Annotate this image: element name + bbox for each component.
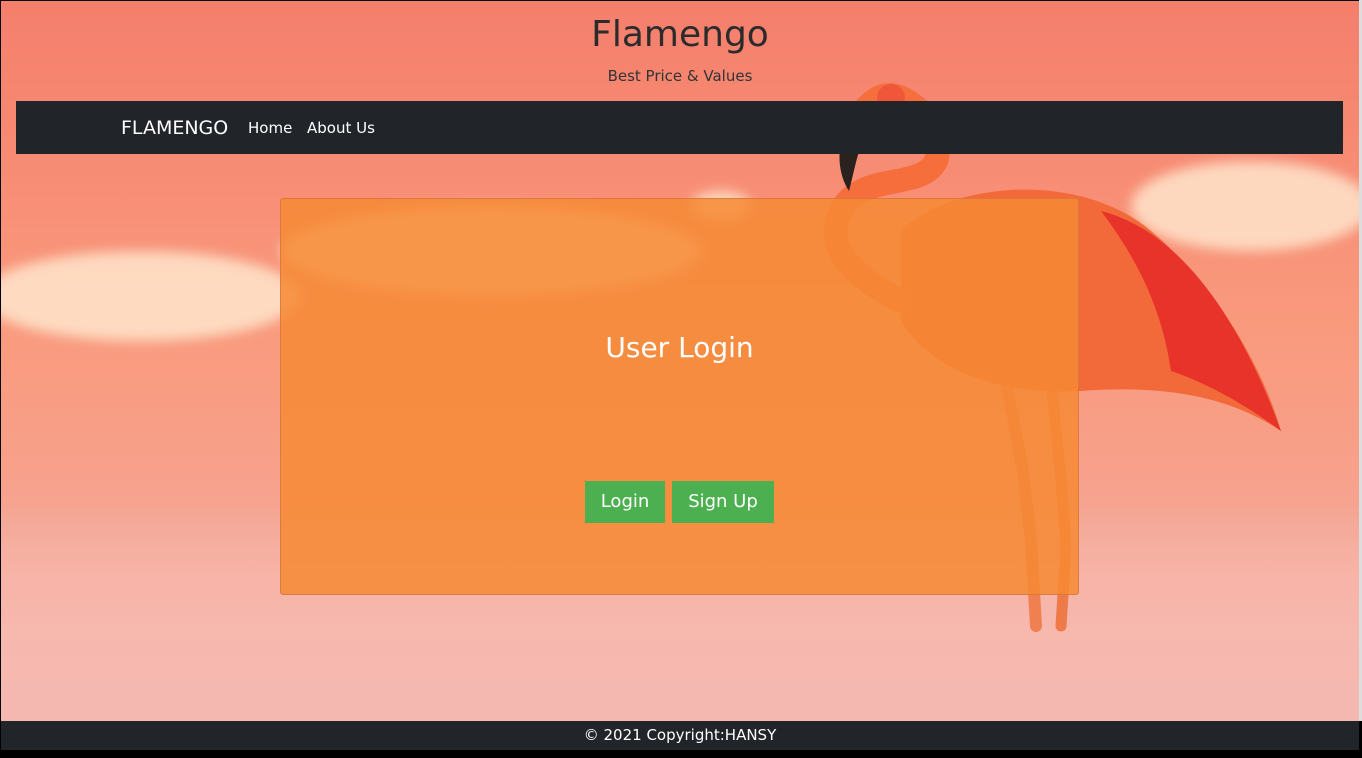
site-subtitle: Best Price & Values xyxy=(607,67,753,85)
login-card: User Login Login Sign Up xyxy=(280,198,1079,595)
nav-link-about-us[interactable]: About Us xyxy=(307,119,375,137)
nav-link-home[interactable]: Home xyxy=(248,119,292,137)
copyright-text: © 2021 Copyright:HANSY xyxy=(583,726,777,744)
site-header: Flamengo Best Price & Values xyxy=(1,1,1359,101)
signup-button[interactable]: Sign Up xyxy=(672,481,774,523)
login-button[interactable]: Login xyxy=(585,481,665,523)
footer: © 2021 Copyright:HANSY xyxy=(1,721,1359,750)
login-title: User Login xyxy=(605,331,754,364)
navbar: FLAMENGO Home About Us xyxy=(16,101,1343,154)
site-title: Flamengo xyxy=(591,14,769,55)
navbar-brand[interactable]: FLAMENGO xyxy=(121,117,228,139)
